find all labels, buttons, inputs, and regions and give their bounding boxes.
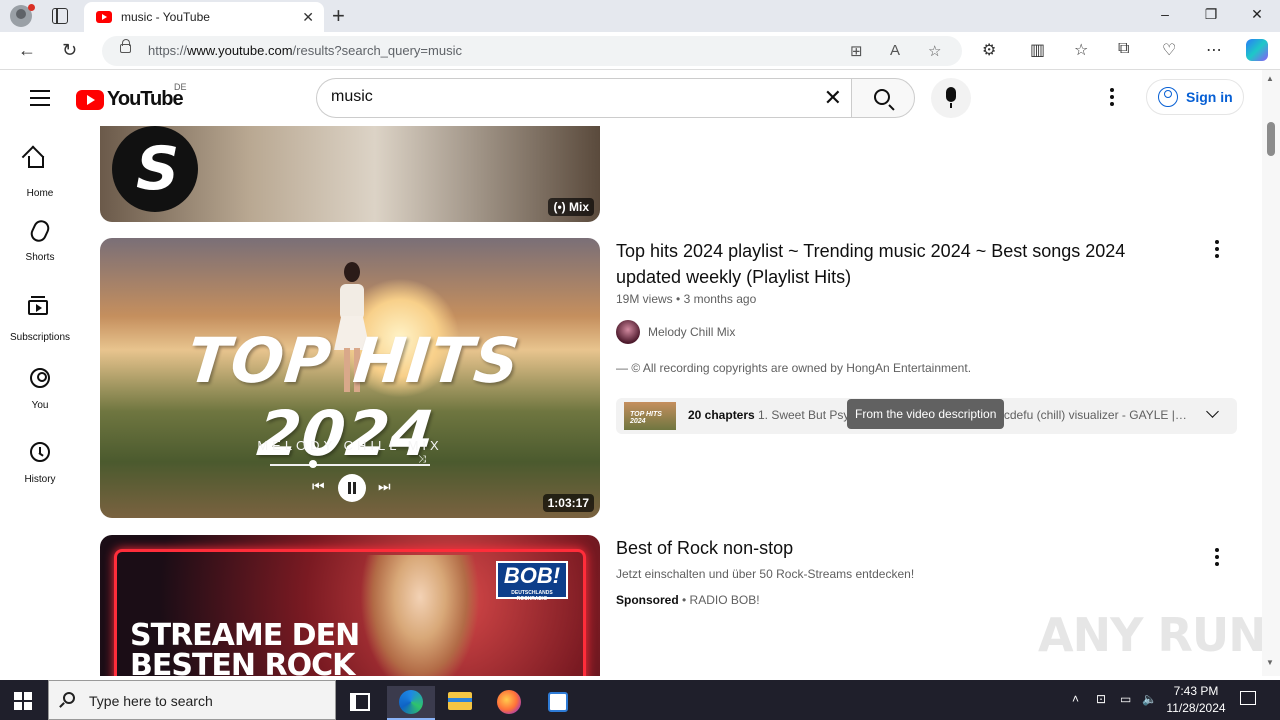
extensions-icon[interactable]: ⚙ [982, 40, 996, 60]
collections-icon[interactable]: ⧉ [1118, 40, 1129, 58]
tab-close-icon[interactable]: ✕ [302, 9, 314, 26]
taskbar-firefox[interactable] [485, 686, 533, 720]
country-code: DE [174, 82, 187, 92]
volume-icon[interactable]: 🔈 [1142, 692, 1157, 706]
ad-thumbnail-rock[interactable]: BOB! DEUTSCHLANDS ROCKRADIO STREAME DEN BE… [100, 535, 600, 676]
channel-avatar [616, 320, 640, 344]
duration-badge: 1:03:17 [542, 494, 594, 512]
pause-icon [338, 474, 366, 502]
video-title[interactable]: Top hits 2024 playlist ~ Trending music … [616, 238, 1156, 290]
copilot-icon[interactable] [1246, 39, 1268, 61]
chapters-count: 20 chapters [688, 408, 755, 422]
video-action-menu-icon[interactable] [1215, 240, 1219, 261]
search-icon [874, 89, 890, 105]
next-icon: ⏭ [378, 478, 391, 494]
tab-title: music - YouTube [121, 10, 210, 24]
app-install-icon[interactable]: ⊞ [850, 42, 863, 60]
task-view-icon [350, 693, 370, 711]
minimize-button[interactable]: – [1142, 6, 1188, 22]
url-bar[interactable]: https://www.youtube.com/results?search_q… [102, 36, 962, 66]
video-thumbnail-top-hits[interactable]: TOP HITS 2024 MELODY CHILL MIX ⤨ ⏮ ⏭ 1:0… [100, 238, 600, 518]
new-tab-button[interactable]: + [332, 3, 345, 29]
address-toolbar: ← ↻ https://www.youtube.com/results?sear… [0, 32, 1280, 70]
tooltip: From the video description [847, 399, 1005, 429]
search-results: (•) Mix TOP HITS 2024 MELODY CHILL MIX ⤨… [0, 126, 1262, 676]
thumbnail-subtitle: MELODY CHILL MIX [257, 438, 443, 453]
spinnin-logo-icon [112, 126, 198, 212]
mix-badge: (•) Mix [548, 198, 594, 216]
microphone-icon [946, 87, 956, 108]
task-view-button[interactable] [336, 686, 384, 720]
anyrun-watermark: ANY RUN [1038, 608, 1267, 662]
more-options-icon[interactable]: ⋯ [1206, 40, 1222, 60]
tab-actions-icon[interactable] [52, 8, 68, 24]
settings-menu-icon[interactable] [1110, 88, 1114, 109]
notification-icon[interactable] [1240, 691, 1256, 705]
close-window-button[interactable]: ✕ [1234, 6, 1280, 23]
browser-essentials-icon[interactable]: ♡ [1162, 40, 1176, 60]
page-scrollbar[interactable]: ▲ ▼ [1262, 70, 1280, 676]
previous-icon: ⏮ [312, 478, 325, 494]
video-description: — © All recording copyrights are owned b… [616, 361, 972, 375]
system-clock[interactable]: 7:43 PM 11/28/2024 [1160, 683, 1232, 717]
scroll-down-icon[interactable]: ▼ [1266, 658, 1274, 667]
youtube-header: YouTube DE ✕ Sign in [0, 70, 1266, 126]
radio-bob-logo: BOB! DEUTSCHLANDS ROCKRADIO [496, 561, 568, 602]
youtube-favicon-icon [96, 11, 112, 23]
firefox-icon [497, 690, 521, 714]
taskbar-app[interactable] [534, 686, 582, 720]
browser-tab-youtube[interactable]: music - YouTube ✕ [84, 2, 324, 32]
voice-search-button[interactable] [931, 78, 971, 118]
taskbar-edge[interactable] [387, 686, 435, 720]
youtube-play-icon [76, 89, 104, 110]
browser-tab-bar: music - YouTube ✕ + – ❐ ✕ [0, 0, 1280, 32]
video-thumbnail-mix[interactable]: (•) Mix [100, 126, 600, 222]
advertiser-name: RADIO BOB! [689, 593, 760, 607]
ad-title[interactable]: Best of Rock non-stop [616, 535, 1156, 561]
sign-in-button[interactable]: Sign in [1146, 79, 1244, 115]
ad-thumbnail-text: STREAME DEN BESTEN ROCK [130, 618, 360, 677]
network-icon[interactable]: ▭ [1120, 692, 1131, 706]
menu-icon[interactable] [30, 90, 50, 111]
tray-chevron-icon[interactable]: ˄ [1072, 692, 1079, 706]
search-icon [63, 692, 75, 704]
thumbnail-progress-dot [309, 460, 317, 468]
taskbar-file-explorer[interactable] [436, 686, 484, 720]
thumbnail-progress-track [270, 464, 430, 466]
favorite-star-icon[interactable]: ☆ [928, 42, 941, 60]
favorites-icon[interactable]: ☆ [1074, 40, 1088, 60]
search-input[interactable] [331, 88, 791, 106]
profile-notification-dot [28, 4, 35, 11]
scroll-thumb[interactable] [1267, 122, 1275, 156]
edge-icon [399, 690, 423, 714]
scroll-up-icon[interactable]: ▲ [1266, 74, 1274, 83]
lock-icon[interactable] [120, 39, 131, 53]
taskbar-search[interactable]: Type here to search [48, 680, 336, 720]
clear-search-icon[interactable]: ✕ [824, 85, 842, 111]
read-aloud-icon[interactable]: A [890, 42, 900, 59]
search-button[interactable] [851, 78, 915, 118]
video-meta: 19M views • 3 months ago [616, 292, 757, 306]
tray-device-icon[interactable]: ⊡ [1096, 692, 1106, 706]
restore-button[interactable]: ❐ [1188, 6, 1234, 23]
sponsored-line: Sponsored • RADIO BOB! [616, 593, 760, 607]
windows-start-icon[interactable] [14, 692, 32, 710]
ad-description: Jetzt einschalten und über 50 Rock-Strea… [616, 567, 915, 581]
split-screen-icon[interactable]: ▥ [1030, 40, 1045, 60]
channel-link[interactable]: Melody Chill Mix [616, 320, 735, 344]
search-box: ✕ [316, 78, 852, 118]
chevron-down-icon[interactable] [1206, 405, 1219, 418]
app-icon [548, 692, 568, 712]
ad-action-menu-icon[interactable] [1215, 548, 1219, 569]
chapter-thumbnail: TOP HITS 2024 [624, 402, 676, 430]
account-icon [1158, 87, 1178, 107]
shuffle-icon: ⤨ [418, 454, 426, 465]
windows-taskbar: Type here to search ˄ ⊡ ▭ 🔈 7:43 PM 11/2… [0, 680, 1280, 720]
youtube-logo[interactable]: YouTube DE [76, 82, 187, 111]
folder-icon [448, 692, 472, 710]
url-text[interactable]: https://www.youtube.com/results?search_q… [148, 43, 462, 58]
back-arrow-icon[interactable]: ← [18, 40, 36, 61]
refresh-icon[interactable]: ↻ [62, 40, 77, 61]
